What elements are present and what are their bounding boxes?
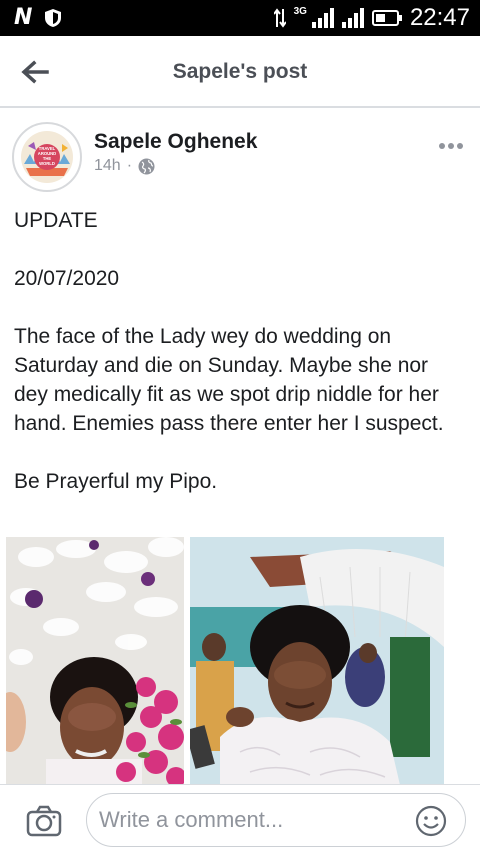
more-options-button[interactable] [436, 136, 466, 156]
network-type: 3G [293, 5, 307, 17]
post-body: UPDATE 20/07/2020 The face of the Lady w… [14, 206, 466, 525]
post-meta: 14h · [94, 157, 155, 175]
globe-icon [138, 158, 155, 174]
smiley-icon[interactable] [415, 805, 447, 837]
dot-icon [457, 143, 463, 149]
author-name[interactable]: Sapele Oghenek [94, 130, 257, 154]
shield-icon [45, 9, 62, 27]
data-arrows-icon [273, 8, 286, 28]
battery-icon [371, 10, 402, 26]
post-header: TRAVEL AROUND THE WORLD Sapele Oghenek 1… [0, 110, 480, 200]
comment-field[interactable] [86, 793, 466, 847]
post-paragraph: The face of the Lady wey do wedding on S… [14, 325, 444, 435]
app-header: Sapele's post [0, 36, 480, 108]
signal-icon [311, 8, 334, 28]
avatar[interactable]: TRAVEL AROUND THE WORLD [12, 122, 82, 192]
svg-text:WORLD: WORLD [39, 161, 55, 166]
n-app-icon: N [14, 5, 33, 30]
post-paragraph: 20/07/2020 [14, 267, 120, 290]
post-photo-2[interactable] [190, 537, 444, 785]
post-photo-1[interactable] [6, 537, 184, 785]
photo-grid [0, 537, 480, 785]
dot-icon [448, 143, 454, 149]
post-paragraph: Be Prayerful my Pipo. [14, 470, 218, 493]
post-paragraph: UPDATE [14, 209, 98, 232]
camera-button[interactable] [24, 803, 64, 839]
meta-separator: · [126, 157, 133, 174]
status-bar: N 3G 22:47 [0, 0, 480, 36]
page-title: Sapele's post [172, 60, 308, 83]
travel-globe-logo-icon: TRAVEL AROUND THE WORLD [16, 126, 78, 188]
comment-input[interactable] [99, 804, 399, 836]
signal-icon [341, 8, 364, 28]
camera-icon [26, 805, 62, 837]
comment-bar [0, 784, 480, 854]
clock: 22:47 [409, 4, 470, 31]
dot-icon [439, 143, 445, 149]
post-timestamp[interactable]: 14h [94, 157, 121, 175]
